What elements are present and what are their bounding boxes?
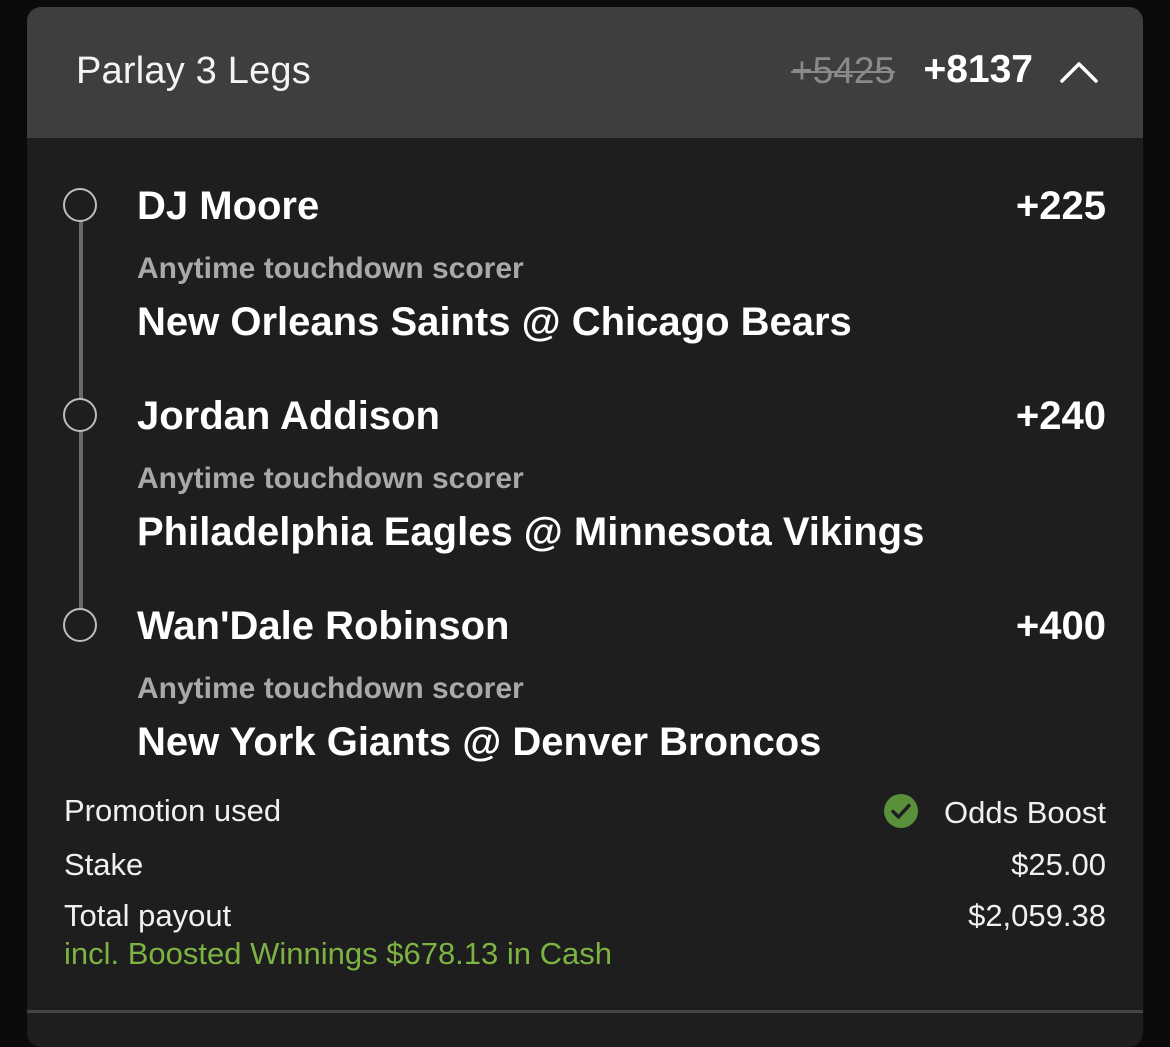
leg-game: New Orleans Saints @ Chicago Bears xyxy=(137,300,852,344)
boosted-odds: +8137 xyxy=(923,48,1033,91)
leg-odds: +225 xyxy=(1015,184,1106,228)
leg-market: Anytime touchdown scorer xyxy=(137,252,524,285)
promotion-label: Promotion used xyxy=(64,793,282,828)
leg-odds: +240 xyxy=(1015,394,1106,438)
leg-game: New York Giants @ Denver Broncos xyxy=(137,720,822,764)
leg-status-circle-icon xyxy=(63,608,97,642)
leg-game: Philadelphia Eagles @ Minnesota Vikings xyxy=(137,510,925,554)
leg-player: DJ Moore xyxy=(137,184,320,228)
chevron-up-icon[interactable] xyxy=(1059,56,1099,86)
parlay-title: Parlay 3 Legs xyxy=(76,50,311,92)
leg-market: Anytime touchdown scorer xyxy=(137,462,524,495)
parlay-header[interactable]: Parlay 3 Legs +5425 +8137 xyxy=(27,7,1143,138)
original-odds: +5425 xyxy=(791,50,895,91)
payout-value: $2,059.38 xyxy=(968,898,1106,933)
payout-label: Total payout xyxy=(64,898,232,933)
check-circle-icon xyxy=(884,794,918,828)
boosted-winnings-note: incl. Boosted Winnings $678.13 in Cash xyxy=(64,936,612,971)
leg-item: Jordan Addison +240 Anytime touchdown sc… xyxy=(27,394,1143,598)
leg-status-circle-icon xyxy=(63,188,97,222)
stake-label: Stake xyxy=(64,847,144,882)
stake-value: $25.00 xyxy=(1011,847,1106,882)
leg-item: DJ Moore +225 Anytime touchdown scorer N… xyxy=(27,184,1143,388)
parlay-card: Parlay 3 Legs +5425 +8137 DJ Moore +225 … xyxy=(27,7,1143,1047)
leg-market: Anytime touchdown scorer xyxy=(137,672,524,705)
leg-odds: +400 xyxy=(1015,604,1106,648)
promotion-value: Odds Boost xyxy=(944,795,1106,830)
leg-status-circle-icon xyxy=(63,398,97,432)
leg-player: Wan'Dale Robinson xyxy=(137,604,510,648)
divider xyxy=(27,1010,1143,1013)
leg-player: Jordan Addison xyxy=(137,394,440,438)
leg-item: Wan'Dale Robinson +400 Anytime touchdown… xyxy=(27,604,1143,808)
